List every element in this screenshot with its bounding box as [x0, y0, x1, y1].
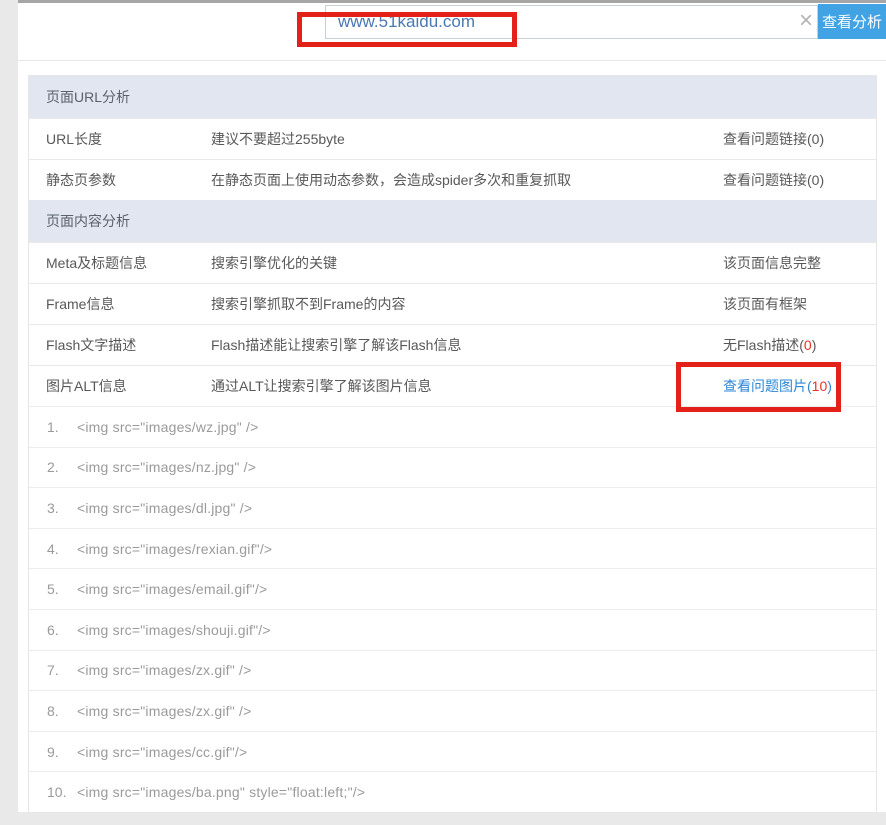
img-tag-code: <img src="images/shouji.gif"/> — [77, 622, 271, 638]
metric-description: 建议不要超过255byte — [211, 129, 723, 149]
clear-icon[interactable]: × — [799, 9, 813, 33]
img-tag-code: <img src="images/ba.png" style="float:le… — [77, 784, 365, 800]
image-list-item: 8. <img src="images/zx.gif" /> — [29, 690, 876, 731]
image-list-item: 10. <img src="images/ba.png" style="float… — [29, 771, 876, 812]
result-count: 0 — [804, 337, 812, 353]
analyze-button[interactable]: 查看分析 — [818, 4, 886, 39]
img-tag-code: <img src="images/cc.gif"/> — [77, 744, 247, 760]
metric-result: 该页面信息完整 — [723, 253, 876, 273]
analysis-row: Frame信息搜索引擎抓取不到Frame的内容该页面有框架 — [29, 283, 876, 324]
analysis-table: 页面URL分析URL长度建议不要超过255byte查看问题链接(0)静态页参数在… — [28, 75, 877, 813]
search-bar: × 查看分析 — [18, 3, 886, 61]
url-input[interactable] — [326, 6, 786, 38]
result-link[interactable]: 查看问题图片 — [723, 378, 807, 394]
item-number: 4. — [47, 541, 71, 557]
metric-name: URL长度 — [29, 129, 211, 149]
metric-description: 搜索引擎抓取不到Frame的内容 — [211, 294, 723, 314]
img-tag-code: <img src="images/zx.gif" /> — [77, 662, 251, 678]
metric-name: 图片ALT信息 — [29, 376, 211, 396]
analysis-row: 静态页参数在静态页面上使用动态参数，会造成spider多次和重复抓取查看问题链接… — [29, 159, 876, 200]
metric-name: Flash文字描述 — [29, 335, 211, 355]
image-list-item: 3. <img src="images/dl.jpg" /> — [29, 487, 876, 528]
metric-result: 该页面有框架 — [723, 294, 876, 314]
image-list-item: 4. <img src="images/rexian.gif"/> — [29, 528, 876, 569]
img-tag-code: <img src="images/dl.jpg" /> — [77, 500, 252, 516]
item-number: 1. — [47, 419, 71, 435]
image-list-item: 9. <img src="images/cc.gif"/> — [29, 731, 876, 772]
item-number: 2. — [47, 459, 71, 475]
metric-name: 静态页参数 — [29, 170, 211, 190]
paren-close: ) — [812, 337, 817, 353]
item-number: 5. — [47, 581, 71, 597]
metric-description: 搜索引擎优化的关键 — [211, 253, 723, 273]
content-panel: × 查看分析 页面URL分析URL长度建议不要超过255byte查看问题链接(0… — [18, 0, 886, 812]
result-text[interactable]: 查看问题链接(0) — [723, 131, 824, 147]
item-number: 3. — [47, 500, 71, 516]
metric-result: 查看问题图片(10) — [723, 376, 876, 396]
result-text[interactable]: 查看问题链接(0) — [723, 172, 824, 188]
section-header: 页面内容分析 — [29, 200, 876, 242]
metric-result: 查看问题链接(0) — [723, 170, 876, 190]
result-text: 该页面信息完整 — [723, 255, 821, 271]
result-count: 10 — [812, 378, 828, 394]
image-list-item: 7. <img src="images/zx.gif" /> — [29, 650, 876, 691]
img-tag-code: <img src="images/nz.jpg" /> — [77, 459, 256, 475]
img-tag-code: <img src="images/zx.gif" /> — [77, 703, 251, 719]
img-tag-code: <img src="images/email.gif"/> — [77, 581, 267, 597]
item-number: 10. — [47, 784, 71, 800]
analysis-row: URL长度建议不要超过255byte查看问题链接(0) — [29, 118, 876, 159]
metric-name: Frame信息 — [29, 294, 211, 314]
image-list-item: 6. <img src="images/shouji.gif"/> — [29, 609, 876, 650]
metric-result: 无Flash描述(0) — [723, 335, 876, 355]
analysis-row: Flash文字描述Flash描述能让搜索引擎了解该Flash信息无Flash描述… — [29, 324, 876, 365]
item-number: 7. — [47, 662, 71, 678]
metric-description: 在静态页面上使用动态参数，会造成spider多次和重复抓取 — [211, 170, 723, 190]
paren-close: ) — [827, 378, 832, 394]
metric-description: Flash描述能让搜索引擎了解该Flash信息 — [211, 335, 723, 355]
img-tag-code: <img src="images/rexian.gif"/> — [77, 541, 272, 557]
analysis-row: Meta及标题信息搜索引擎优化的关键该页面信息完整 — [29, 242, 876, 283]
item-number: 9. — [47, 744, 71, 760]
metric-result: 查看问题链接(0) — [723, 129, 876, 149]
image-list-item: 5. <img src="images/email.gif"/> — [29, 568, 876, 609]
item-number: 6. — [47, 622, 71, 638]
item-number: 8. — [47, 703, 71, 719]
image-list-item: 2. <img src="images/nz.jpg" /> — [29, 447, 876, 488]
image-list-item: 1. <img src="images/wz.jpg" /> — [29, 406, 876, 447]
metric-name: Meta及标题信息 — [29, 253, 211, 273]
img-tag-code: <img src="images/wz.jpg" /> — [77, 419, 258, 435]
url-input-box: × — [325, 5, 818, 39]
result-text[interactable]: 无Flash描述 — [723, 337, 799, 353]
result-text: 该页面有框架 — [723, 296, 807, 312]
section-header: 页面URL分析 — [29, 76, 876, 118]
analysis-row: 图片ALT信息通过ALT让搜索引擎了解该图片信息查看问题图片(10) — [29, 365, 876, 406]
metric-description: 通过ALT让搜索引擎了解该图片信息 — [211, 376, 723, 396]
